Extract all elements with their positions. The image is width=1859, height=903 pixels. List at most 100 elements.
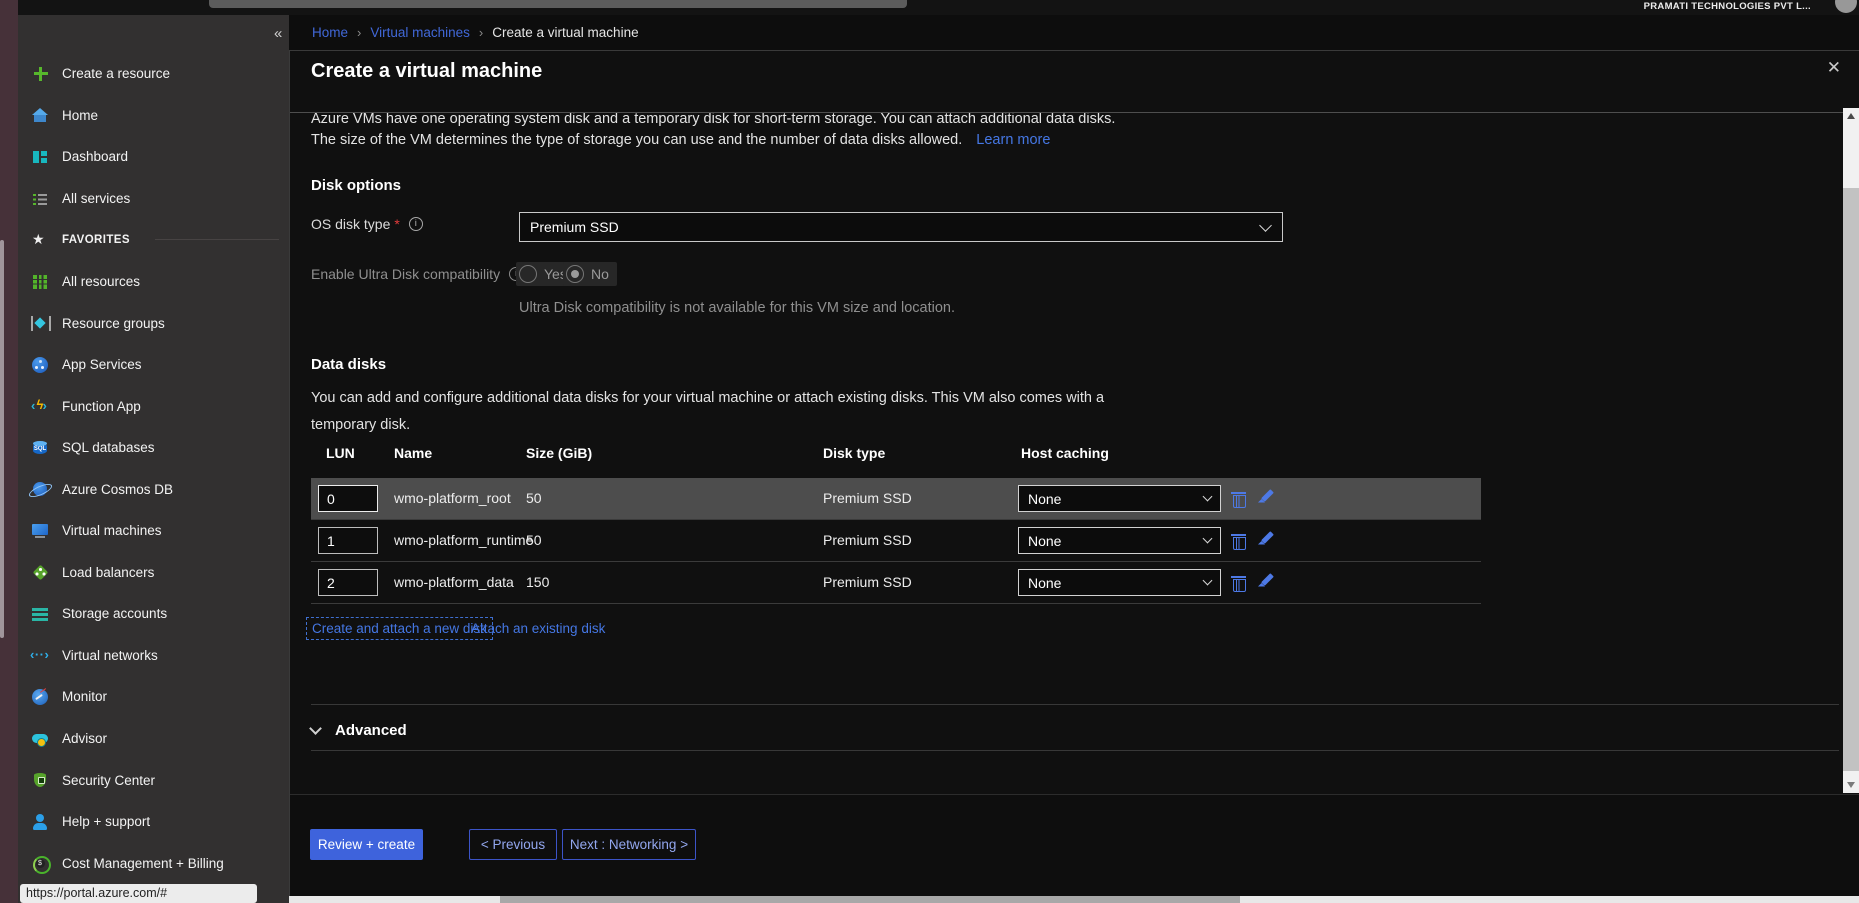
- delete-disk-icon[interactable]: [1232, 533, 1245, 549]
- edit-disk-icon[interactable]: [1258, 532, 1274, 548]
- breadcrumb-home-link[interactable]: Home: [312, 25, 348, 40]
- chevron-down-icon: [1203, 534, 1213, 544]
- advanced-section-toggle[interactable]: Advanced: [311, 718, 407, 742]
- sidebar-item-virtual-networks[interactable]: Virtual networks: [18, 635, 289, 677]
- sidebar-item-advisor[interactable]: Advisor: [18, 718, 289, 760]
- sidebar-item-dashboard[interactable]: Dashboard: [18, 136, 289, 178]
- host-caching-select[interactable]: None: [1018, 527, 1221, 554]
- disk-size: 50: [526, 532, 542, 548]
- disk-name: wmo-platform_root: [394, 490, 511, 506]
- data-disks-description-line-2: temporary disk.: [311, 417, 410, 433]
- attach-existing-disk-link[interactable]: Attach an existing disk: [471, 621, 605, 636]
- edit-disk-icon[interactable]: [1258, 490, 1274, 506]
- sidebar-item-label: Home: [62, 108, 98, 123]
- edit-disk-icon[interactable]: [1258, 574, 1274, 590]
- horizontal-scrollbar[interactable]: [289, 896, 1859, 903]
- column-header-size: Size (GiB): [526, 445, 592, 461]
- sidebar-item-create-a-resource[interactable]: Create a resource: [18, 53, 289, 95]
- vertical-scrollbar[interactable]: [1843, 108, 1859, 793]
- top-toolbar-strip: [209, 0, 907, 8]
- os-disk-type-value: Premium SSD: [530, 219, 619, 235]
- disk-type: Premium SSD: [823, 574, 912, 590]
- info-icon[interactable]: [409, 217, 423, 231]
- dashboard-icon: [31, 148, 49, 166]
- data-disk-row: wmo-platform_data 150 Premium SSD None: [311, 562, 1481, 604]
- previous-button[interactable]: < Previous: [469, 829, 557, 860]
- scroll-up-icon[interactable]: [1847, 113, 1855, 119]
- next-networking-button[interactable]: Next : Networking >: [562, 829, 696, 860]
- close-icon[interactable]: ✕: [1827, 58, 1841, 78]
- sidebar-item-sql-databases[interactable]: SQL databases: [18, 427, 289, 469]
- grid-icon: [31, 273, 49, 291]
- vertical-scrollbar-thumb[interactable]: [1843, 188, 1859, 771]
- sidebar-item-label: Dashboard: [62, 149, 128, 164]
- avatar[interactable]: [1835, 0, 1857, 13]
- sidebar-item-label: Storage accounts: [62, 606, 167, 621]
- required-asterisk: *: [394, 216, 399, 232]
- delete-disk-icon[interactable]: [1232, 491, 1245, 507]
- globe-icon: [32, 357, 48, 373]
- lun-input[interactable]: [318, 485, 378, 512]
- tenant-name: PRAMATI TECHNOLOGIES PVT L...: [1644, 1, 1811, 12]
- create-attach-new-disk-link[interactable]: Create and attach a new disk: [306, 617, 493, 640]
- main-content: Home›Virtual machines›Create a virtual m…: [289, 15, 1859, 903]
- chevron-right-icon: ›: [357, 25, 361, 40]
- sidebar-item-help-support[interactable]: Help + support: [18, 801, 289, 843]
- sidebar-item-monitor[interactable]: Monitor: [18, 676, 289, 718]
- sidebar-item-all-services[interactable]: All services: [18, 178, 289, 220]
- help-icon: [31, 813, 49, 831]
- review-create-button[interactable]: Review + create: [310, 829, 423, 860]
- os-disk-type-label-row: OS disk type*: [311, 216, 423, 234]
- cost-icon: [31, 854, 49, 872]
- lun-input[interactable]: [318, 569, 378, 596]
- disk-size: 50: [526, 490, 542, 506]
- column-header-host-caching: Host caching: [1021, 445, 1109, 461]
- learn-more-link[interactable]: Learn more: [976, 132, 1050, 148]
- breadcrumb-virtual-machines-link[interactable]: Virtual machines: [370, 25, 470, 40]
- left-scrollbar-thumb[interactable]: [0, 240, 4, 638]
- sidebar-item-load-balancers[interactable]: Load balancers: [18, 552, 289, 594]
- sidebar-collapse-button[interactable]: «: [274, 25, 282, 42]
- status-url-tooltip: https://portal.azure.com/#: [20, 884, 257, 903]
- top-bar: PRAMATI TECHNOLOGIES PVT L...: [18, 0, 1859, 15]
- scroll-down-icon[interactable]: [1847, 782, 1855, 788]
- sidebar-item-resource-groups[interactable]: Resource groups: [18, 302, 289, 344]
- sidebar-item-cost-management-billing[interactable]: Cost Management + Billing: [18, 842, 289, 884]
- advanced-label: Advanced: [335, 722, 407, 739]
- ultra-disk-label-row: Enable Ultra Disk compatibility: [311, 266, 523, 284]
- sidebar-item-app-services[interactable]: App Services: [18, 344, 289, 386]
- host-caching-select[interactable]: None: [1018, 485, 1221, 512]
- sidebar-item-label: App Services: [62, 357, 142, 372]
- column-header-name: Name: [394, 445, 432, 461]
- host-caching-select[interactable]: None: [1018, 569, 1221, 596]
- sidebar-item-label: Load balancers: [62, 565, 154, 580]
- shield-icon: [31, 771, 49, 789]
- sidebar-item-home[interactable]: Home: [18, 95, 289, 137]
- horizontal-scrollbar-thumb[interactable]: [500, 896, 1240, 903]
- list-icon: [31, 189, 49, 207]
- gauge-icon: [32, 689, 48, 705]
- data-disks-description: You can add and configure additional dat…: [311, 385, 1104, 439]
- disk-type: Premium SSD: [823, 490, 912, 506]
- radio-unselected-icon: [519, 265, 537, 283]
- os-disk-type-select[interactable]: Premium SSD: [519, 212, 1283, 242]
- sidebar-item-azure-cosmos-db[interactable]: Azure Cosmos DB: [18, 468, 289, 510]
- sidebar-item-label: SQL databases: [62, 440, 155, 455]
- sidebar-item-function-app[interactable]: Function App: [18, 385, 289, 427]
- ultra-disk-no-radio[interactable]: No: [563, 262, 617, 286]
- sidebar-item-label: Monitor: [62, 689, 107, 704]
- disks-tab-body: Azure VMs have one operating system disk…: [290, 113, 1859, 794]
- sidebar-item-storage-accounts[interactable]: Storage accounts: [18, 593, 289, 635]
- vm-icon: [31, 522, 49, 540]
- lun-input[interactable]: [318, 527, 378, 554]
- sidebar-item-security-center[interactable]: Security Center: [18, 759, 289, 801]
- delete-disk-icon[interactable]: [1232, 575, 1245, 591]
- sidebar-item-all-resources[interactable]: All resources: [18, 261, 289, 303]
- disk-name: wmo-platform_data: [394, 574, 514, 590]
- load-balancer-icon: [31, 563, 49, 581]
- star-icon: [31, 231, 49, 249]
- sidebar: « Create a resource Home Dashboard All serv…: [18, 15, 289, 903]
- network-icon: [31, 646, 49, 664]
- chevron-right-icon: ›: [479, 25, 483, 40]
- sidebar-item-virtual-machines[interactable]: Virtual machines: [18, 510, 289, 552]
